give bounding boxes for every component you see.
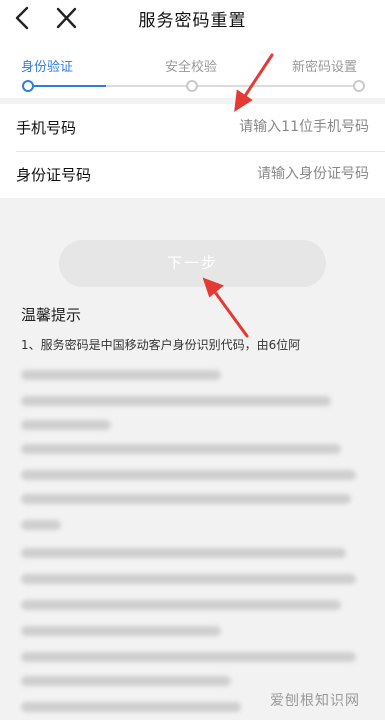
step-track bbox=[106, 85, 358, 87]
page-title: 服务密码重置 bbox=[138, 11, 247, 31]
next-step-button[interactable]: 下一步 bbox=[59, 240, 326, 287]
watermark-text: 爱刨根知识网 bbox=[270, 693, 360, 709]
phone-label: 手机号码 bbox=[16, 119, 77, 137]
step-dot-identity bbox=[22, 80, 34, 92]
step-label-new-password: 新密码设置 bbox=[292, 60, 358, 75]
step-label-security: 安全校验 bbox=[165, 60, 218, 75]
step-dot-security bbox=[186, 80, 198, 92]
id-input[interactable] bbox=[159, 161, 369, 187]
phone-row: 手机号码 bbox=[0, 104, 385, 152]
step-dot-new-password bbox=[353, 80, 365, 92]
tips-line: 1、服务密码是中国移动客户身份识别代码，由6位阿 bbox=[21, 338, 301, 352]
step-track-progress bbox=[27, 85, 106, 87]
step-indicator: 身份验证 安全校验 新密码设置 bbox=[0, 38, 385, 98]
id-row: 身份证号码 bbox=[0, 151, 385, 198]
id-label: 身份证号码 bbox=[16, 166, 92, 184]
annotation-arrow-bottom bbox=[202, 277, 249, 338]
step-label-identity: 身份验证 bbox=[21, 60, 74, 75]
identity-form: 手机号码 身份证号码 bbox=[0, 104, 385, 198]
tips-title: 温馨提示 bbox=[21, 306, 82, 324]
header-bar: 服务密码重置 bbox=[0, 0, 385, 38]
phone-input[interactable] bbox=[159, 114, 369, 140]
